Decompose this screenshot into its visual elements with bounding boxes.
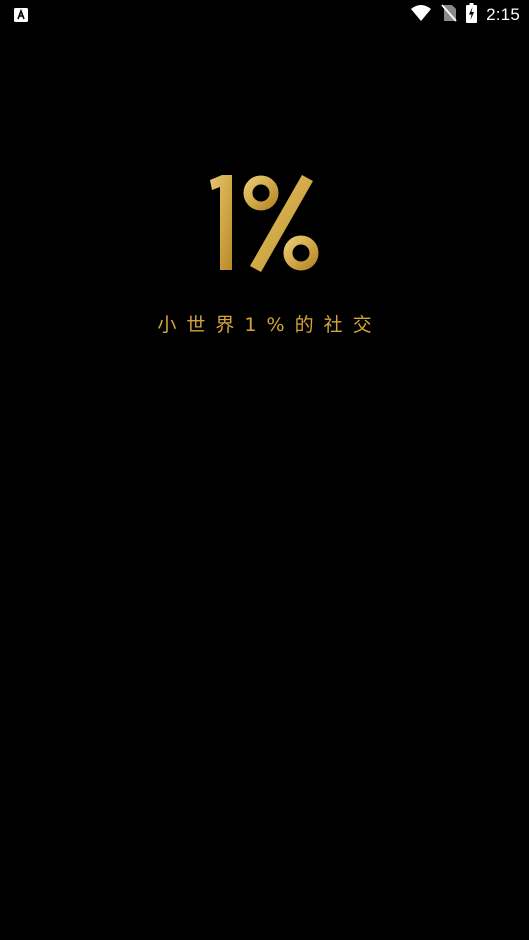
splash-screen: 2:15 小世界1%的社交 <box>0 0 529 940</box>
app-notification-icon <box>14 7 28 22</box>
tagline: 小世界1%的社交 <box>157 314 382 336</box>
no-sim-icon <box>441 4 457 26</box>
wifi-icon <box>410 4 432 26</box>
status-bar: 2:15 <box>0 0 529 30</box>
status-time: 2:15 <box>486 5 520 24</box>
battery-charging-icon <box>466 3 478 27</box>
status-icons: 2:15 <box>410 3 520 27</box>
app-logo <box>206 172 324 274</box>
